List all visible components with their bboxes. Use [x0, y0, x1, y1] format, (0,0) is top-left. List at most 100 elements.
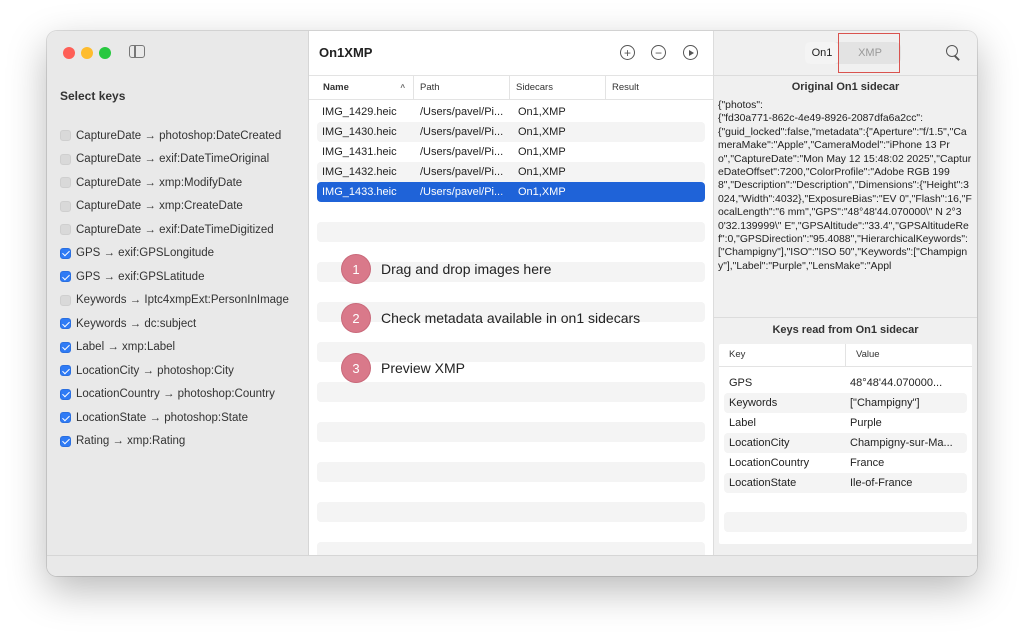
- key-cell: Label: [729, 417, 756, 429]
- key-item[interactable]: Keywords → dc:subject: [60, 312, 289, 336]
- key-label: GPS → exif:GPSLatitude: [76, 270, 205, 283]
- key-item[interactable]: CaptureDate → xmp:ModifyDate: [60, 171, 289, 195]
- key-label: CaptureDate → photoshop:DateCreated: [76, 129, 282, 142]
- checkbox-unchecked[interactable]: [60, 294, 71, 306]
- bottom-bar: [47, 555, 977, 576]
- file-name-cell: IMG_1430.heic: [322, 126, 397, 138]
- value-cell: France: [850, 457, 885, 469]
- column-header-key[interactable]: Key: [729, 344, 745, 366]
- step-number-badge: 2: [341, 303, 371, 333]
- key-cell: LocationCity: [729, 437, 790, 449]
- app-title: On1XMP: [319, 45, 373, 60]
- key-item[interactable]: CaptureDate → exif:DateTimeDigitized: [60, 218, 289, 242]
- empty-row: [317, 482, 705, 502]
- table-row[interactable]: IMG_1429.heic /Users/pavel/Pi... On1,XMP: [317, 102, 705, 122]
- inspector-pane: On1 XMP Original On1 sidecar {"photos": …: [714, 31, 977, 555]
- value-cell: 48°48'44.070000...: [850, 377, 943, 389]
- key-item[interactable]: Rating → xmp:Rating: [60, 430, 289, 454]
- table-row[interactable]: LocationState Ile-of-France: [724, 473, 967, 493]
- keys-table-header: Key Value: [719, 344, 972, 367]
- key-item[interactable]: CaptureDate → xmp:CreateDate: [60, 195, 289, 219]
- checkbox-checked[interactable]: [60, 388, 71, 400]
- table-row[interactable]: Keywords ["Champigny"]: [724, 393, 967, 413]
- file-path-cell: /Users/pavel/Pi...: [420, 146, 504, 158]
- remove-button[interactable]: −: [651, 45, 666, 60]
- key-cell: Keywords: [729, 397, 778, 409]
- checkbox-checked[interactable]: [60, 412, 71, 424]
- checkbox-checked[interactable]: [60, 247, 71, 259]
- divider: [714, 75, 977, 76]
- checkbox-unchecked[interactable]: [60, 130, 71, 142]
- table-header: Name ^ Path Sidecars Result: [309, 75, 713, 100]
- key-label: LocationState → photoshop:State: [76, 411, 248, 424]
- checkbox-unchecked[interactable]: [60, 177, 71, 189]
- select-keys-heading: Select keys: [60, 89, 126, 103]
- table-row[interactable]: IMG_1430.heic /Users/pavel/Pi... On1,XMP: [317, 122, 705, 142]
- value-cell: Purple: [850, 417, 882, 429]
- table-row[interactable]: LocationCity Champigny-sur-Ma...: [724, 433, 967, 453]
- key-item[interactable]: LocationCity → photoshop:City: [60, 359, 289, 383]
- key-label: Rating → xmp:Rating: [76, 435, 186, 448]
- step-2: 2 Check metadata available in on1 sideca…: [341, 303, 640, 333]
- key-item[interactable]: LocationCountry → photoshop:Country: [60, 383, 289, 407]
- column-header-result[interactable]: Result: [605, 76, 713, 99]
- checkbox-unchecked[interactable]: [60, 153, 71, 165]
- segment-on1[interactable]: On1: [805, 42, 839, 64]
- key-item[interactable]: GPS → exif:GPSLongitude: [60, 242, 289, 266]
- empty-row: [317, 442, 705, 462]
- file-name-cell: IMG_1431.heic: [322, 146, 397, 158]
- highlight-box: [838, 33, 900, 73]
- empty-row: [317, 222, 705, 242]
- column-header-sidecars[interactable]: Sidecars: [509, 76, 605, 99]
- checkbox-checked[interactable]: [60, 435, 71, 447]
- table-row-selected[interactable]: IMG_1433.heic /Users/pavel/Pi... On1,XMP: [317, 182, 705, 202]
- column-label: Name: [323, 82, 349, 93]
- column-header-name[interactable]: Name ^: [317, 76, 413, 99]
- checkbox-unchecked[interactable]: [60, 200, 71, 212]
- close-window-button[interactable]: [63, 47, 75, 59]
- zoom-window-button[interactable]: [99, 47, 111, 59]
- table-row[interactable]: IMG_1431.heic /Users/pavel/Pi... On1,XMP: [317, 142, 705, 162]
- table-row[interactable]: IMG_1432.heic /Users/pavel/Pi... On1,XMP: [317, 162, 705, 182]
- key-label: CaptureDate → xmp:ModifyDate: [76, 176, 243, 189]
- file-path-cell: /Users/pavel/Pi...: [420, 106, 504, 118]
- key-cell: LocationCountry: [729, 457, 810, 469]
- checkbox-checked[interactable]: [60, 365, 71, 377]
- checkbox-checked[interactable]: [60, 318, 71, 330]
- file-path-cell: /Users/pavel/Pi...: [420, 126, 504, 138]
- key-cell: GPS: [729, 377, 753, 389]
- empty-row: [317, 402, 705, 422]
- search-icon[interactable]: [946, 45, 960, 61]
- table-row[interactable]: Label Purple: [724, 413, 967, 433]
- key-label: LocationCity → photoshop:City: [76, 364, 234, 377]
- divider: [714, 317, 977, 318]
- step-text: Drag and drop images here: [381, 261, 552, 277]
- empty-row: [317, 422, 705, 442]
- minimize-window-button[interactable]: [81, 47, 93, 59]
- checkbox-unchecked[interactable]: [60, 224, 71, 236]
- column-header-path[interactable]: Path: [413, 76, 509, 99]
- sidebar-toggle-icon[interactable]: [129, 45, 145, 58]
- key-item[interactable]: Keywords → Iptc4xmpExt:PersonInImage: [60, 289, 289, 313]
- add-button[interactable]: +: [620, 45, 635, 60]
- empty-row: [317, 382, 705, 402]
- key-label: CaptureDate → exif:DateTimeOriginal: [76, 153, 270, 166]
- key-item[interactable]: CaptureDate → exif:DateTimeOriginal: [60, 148, 289, 172]
- checkbox-checked[interactable]: [60, 271, 71, 283]
- checkbox-checked[interactable]: [60, 341, 71, 353]
- key-item[interactable]: LocationState → photoshop:State: [60, 406, 289, 430]
- step-text: Preview XMP: [381, 360, 466, 376]
- original-sidecar-title: Original On1 sidecar: [791, 81, 900, 93]
- value-cell: Champigny-sur-Ma...: [850, 437, 953, 449]
- key-item[interactable]: CaptureDate → photoshop:DateCreated: [60, 124, 289, 148]
- table-row[interactable]: GPS 48°48'44.070000...: [724, 373, 967, 393]
- table-row[interactable]: LocationCountry France: [724, 453, 967, 473]
- sidecar-json-text: {"photos": {"fd30a771-862c-4e49-8926-208…: [718, 100, 972, 272]
- value-cell: Ile-of-France: [850, 477, 913, 489]
- play-button[interactable]: [683, 45, 698, 60]
- step-1: 1 Drag and drop images here: [341, 254, 551, 284]
- column-header-value[interactable]: Value: [845, 344, 880, 366]
- key-item[interactable]: Label → xmp:Label: [60, 336, 289, 360]
- file-name-cell: IMG_1433.heic: [322, 186, 397, 198]
- key-item[interactable]: GPS → exif:GPSLatitude: [60, 265, 289, 289]
